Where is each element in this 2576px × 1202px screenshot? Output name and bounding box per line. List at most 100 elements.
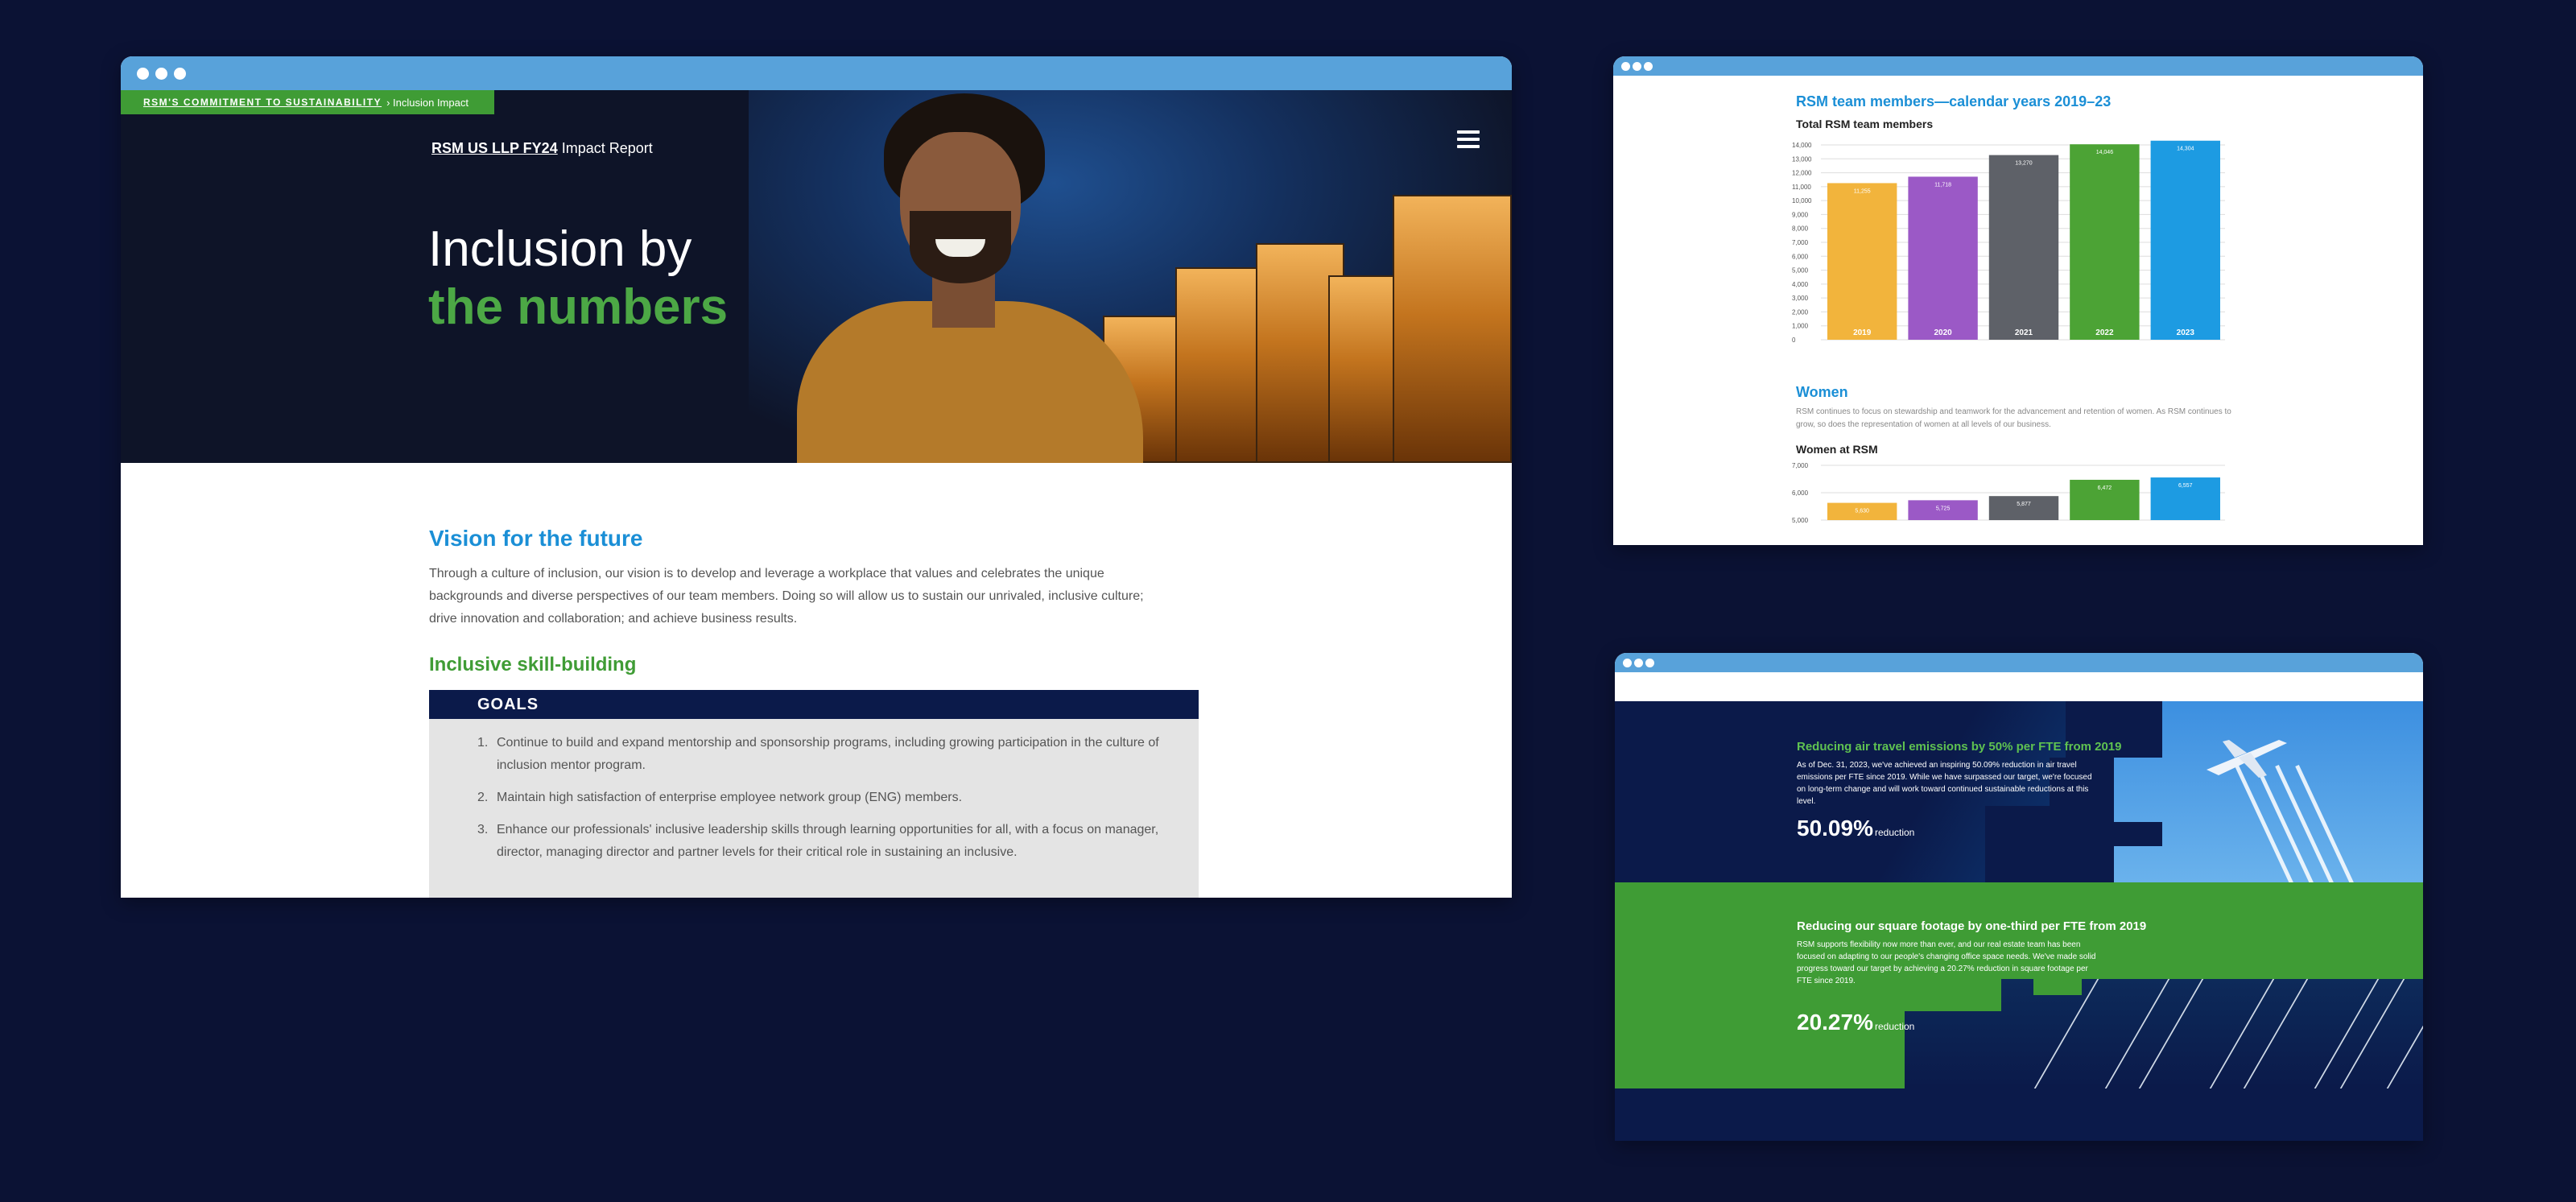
bar-value-label: 14,046 bbox=[2096, 150, 2114, 155]
y-tick-label: 5,000 bbox=[1792, 517, 1809, 524]
space-text: RSM supports flexibility now more than e… bbox=[1797, 940, 2096, 985]
y-tick-label: 7,000 bbox=[1792, 239, 1809, 246]
browser-window-main: RSM'S COMMITMENT TO SUSTAINABILITY › Inc… bbox=[121, 56, 1512, 898]
brand-header: RSM US LLP FY24 Impact Report bbox=[431, 140, 653, 157]
bar-value-label: 6,472 bbox=[2098, 485, 2112, 491]
airplane-icon bbox=[2207, 740, 2287, 778]
title-line-2: the numbers bbox=[428, 279, 729, 335]
bar-value-label: 5,725 bbox=[1936, 506, 1951, 511]
window-dot-icon[interactable] bbox=[1634, 658, 1643, 667]
goal-item: 2. Maintain high satisfaction of enterpr… bbox=[477, 787, 1170, 809]
window-titlebar bbox=[1613, 56, 2423, 76]
goal-number: 3. bbox=[477, 823, 489, 836]
browser-window-sustainability: Reducing air travel emissions by 50% per… bbox=[1615, 653, 2423, 1141]
y-tick-label: 1,000 bbox=[1792, 323, 1809, 330]
y-tick-label: 13,000 bbox=[1792, 155, 1812, 163]
bar-2019 bbox=[1827, 183, 1897, 340]
page-title: Inclusion by the numbers bbox=[428, 221, 728, 337]
bar-value-label: 13,270 bbox=[2015, 161, 2033, 167]
goal-item: 3. Enhance our professionals' inclusive … bbox=[477, 819, 1170, 864]
y-tick-label: 4,000 bbox=[1792, 281, 1809, 288]
main-content: Vision for the future Through a culture … bbox=[121, 463, 1512, 898]
y-tick-label: 2,000 bbox=[1792, 308, 1809, 316]
header-strip bbox=[1615, 672, 2423, 701]
y-tick-label: 9,000 bbox=[1792, 211, 1809, 218]
goals-heading: GOALS bbox=[429, 690, 1199, 719]
menu-icon[interactable] bbox=[1457, 130, 1480, 148]
bar-2021 bbox=[1988, 155, 2059, 340]
title-line-1: Inclusion by bbox=[428, 221, 692, 277]
window-dot-icon[interactable] bbox=[174, 67, 186, 80]
breadcrumb-link[interactable]: RSM'S COMMITMENT TO SUSTAINABILITY bbox=[143, 97, 382, 108]
sustainability-content: Reducing air travel emissions by 50% per… bbox=[1615, 672, 2423, 1141]
y-tick-label: 14,000 bbox=[1792, 142, 1812, 149]
goal-text: Continue to build and expand mentorship … bbox=[497, 736, 1159, 772]
bar-2023 bbox=[2150, 140, 2220, 340]
chart-title: Total RSM team members bbox=[1796, 118, 1934, 130]
y-tick-label: 11,000 bbox=[1792, 184, 1811, 191]
brand-link[interactable]: RSM US LLP FY24 bbox=[431, 140, 558, 156]
category-label: 2020 bbox=[1934, 328, 1952, 337]
women-heading: Women bbox=[1796, 384, 1848, 400]
bar-value-label: 14,304 bbox=[2177, 147, 2194, 152]
y-tick-label: 10,000 bbox=[1792, 197, 1812, 204]
goal-text: Maintain high satisfaction of enterprise… bbox=[497, 791, 963, 804]
square-footage-panel: Reducing our square footage by one-third… bbox=[1615, 882, 2423, 1088]
brand-suffix: Impact Report bbox=[561, 140, 653, 156]
breadcrumb: RSM'S COMMITMENT TO SUSTAINABILITY › Inc… bbox=[121, 90, 494, 114]
y-tick-label: 0 bbox=[1792, 337, 1796, 344]
goal-item: 1. Continue to build and expand mentorsh… bbox=[477, 732, 1170, 777]
goals-panel: GOALS 1. Continue to build and expand me… bbox=[429, 690, 1199, 898]
air-text: As of Dec. 31, 2023, we've achieved an i… bbox=[1797, 761, 2092, 806]
y-tick-label: 6,000 bbox=[1792, 489, 1809, 497]
y-tick-label: 5,000 bbox=[1792, 267, 1809, 275]
team-members-chart: 14,000 13,000 12,000 11,000 10,000 9,000 8,000… bbox=[1792, 140, 2225, 344]
space-stat-value: 20.27% bbox=[1797, 1010, 1873, 1035]
bar-value-label: 5,630 bbox=[1855, 509, 1869, 514]
bar-value-label: 5,877 bbox=[2017, 502, 2031, 507]
women-chart: 7,000 6,000 5,000 5,630 5,725 5,877 6,472 6,557 bbox=[1792, 462, 2225, 524]
air-stat-unit: reduction bbox=[1874, 827, 1915, 838]
skill-heading: Inclusive skill-building bbox=[429, 654, 637, 675]
window-titlebar bbox=[121, 56, 1512, 90]
air-stat: 50.09% reduction bbox=[1797, 816, 1914, 841]
vision-heading: Vision for the future bbox=[429, 526, 643, 551]
space-heading: Reducing our square footage by one-third… bbox=[1797, 919, 2147, 933]
bar-2020 bbox=[1908, 176, 1978, 340]
window-dot-icon[interactable] bbox=[1645, 658, 1654, 667]
space-stat: 20.27% reduction bbox=[1797, 1010, 1914, 1035]
y-tick-label: 6,000 bbox=[1792, 253, 1809, 260]
category-label: 2022 bbox=[2095, 328, 2114, 337]
women-paragraph: RSM continues to focus on stewardship an… bbox=[1796, 407, 2231, 429]
y-tick-label: 8,000 bbox=[1792, 225, 1809, 233]
air-heading: Reducing air travel emissions by 50% per… bbox=[1797, 740, 2122, 754]
goal-number: 2. bbox=[477, 791, 489, 804]
window-dot-icon[interactable] bbox=[155, 67, 167, 80]
space-stat-unit: reduction bbox=[1874, 1021, 1915, 1032]
hero-banner: RSM'S COMMITMENT TO SUSTAINABILITY › Inc… bbox=[121, 90, 1512, 463]
category-label: 2021 bbox=[2015, 328, 2033, 337]
category-label: 2023 bbox=[2177, 328, 2195, 337]
person-photo bbox=[797, 90, 1143, 463]
air-travel-panel: Reducing air travel emissions by 50% per… bbox=[1615, 701, 2423, 882]
air-stat-value: 50.09% bbox=[1797, 816, 1873, 841]
bar-value-label: 6,557 bbox=[2178, 483, 2193, 489]
goal-text: Enhance our professionals' inclusive lea… bbox=[497, 823, 1159, 859]
chart-title: Women at RSM bbox=[1796, 443, 1878, 456]
goal-number: 1. bbox=[477, 736, 489, 750]
window-dot-icon[interactable] bbox=[1623, 658, 1632, 667]
bar-2022 bbox=[2070, 144, 2140, 340]
window-titlebar bbox=[1615, 653, 2423, 672]
window-dot-icon[interactable] bbox=[1621, 61, 1630, 71]
category-label: 2019 bbox=[1853, 328, 1872, 337]
window-dot-icon[interactable] bbox=[137, 67, 149, 80]
chart-section-title: RSM team members—calendar years 2019–23 bbox=[1796, 93, 2112, 109]
bar-value-label: 11,255 bbox=[1854, 188, 1871, 194]
y-tick-label: 7,000 bbox=[1792, 462, 1809, 469]
vision-paragraph: Through a culture of inclusion, our visi… bbox=[429, 567, 1144, 626]
bar-value-label: 11,718 bbox=[1934, 182, 1951, 188]
y-tick-label: 3,000 bbox=[1792, 295, 1809, 302]
window-dot-icon[interactable] bbox=[1644, 61, 1653, 71]
browser-window-charts: RSM team members—calendar years 2019–23 … bbox=[1613, 56, 2423, 545]
window-dot-icon[interactable] bbox=[1633, 61, 1641, 71]
